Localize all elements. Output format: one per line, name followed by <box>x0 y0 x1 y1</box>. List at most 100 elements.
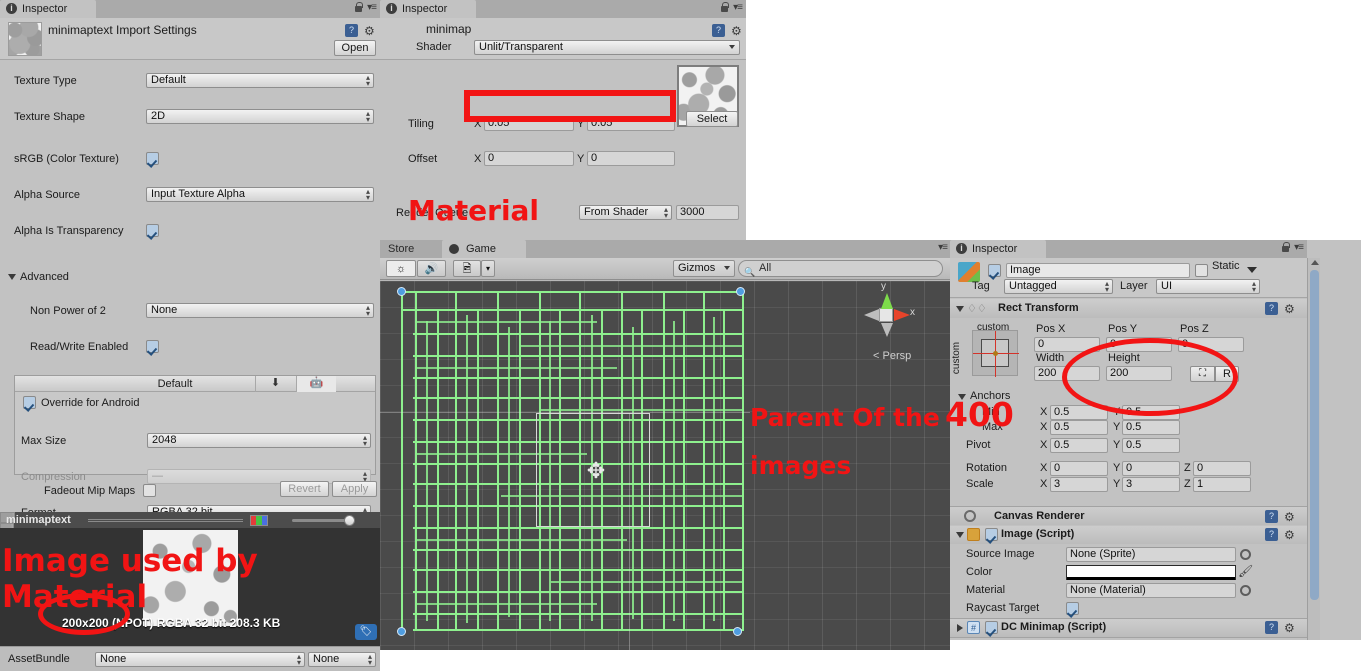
material-picker-icon[interactable] <box>1240 585 1251 596</box>
apply-button[interactable]: Apply <box>332 481 377 497</box>
eyedropper-icon[interactable]: 🖌 <box>1238 564 1253 578</box>
assetbundle-name-popup[interactable]: None ▴▾ <box>95 652 305 667</box>
shader-popup[interactable]: Unlit/Transparent <box>474 40 740 55</box>
stats-dropdown-button[interactable]: ▾ <box>481 260 495 277</box>
scene-lock-icon[interactable] <box>926 285 935 296</box>
help-icon[interactable]: ? <box>1265 528 1278 541</box>
game-viewport[interactable]: ✥ y x < Persp Parent Of the 400 images <box>380 281 950 650</box>
render-queue-value-field[interactable]: 3000 <box>676 205 739 220</box>
tab-store[interactable]: Store <box>380 240 426 258</box>
override-android-checkbox[interactable] <box>23 396 36 409</box>
static-dropdown-icon[interactable] <box>1247 267 1257 273</box>
rotation-y-field[interactable]: 0 <box>1122 461 1180 476</box>
tag-popup[interactable]: Untagged ▴▾ <box>1004 279 1113 294</box>
tab-inspector-object[interactable]: i Inspector <box>950 240 1046 258</box>
scene-view-axis-gizmo[interactable]: y x <box>856 285 916 345</box>
mip-level-slider-knob[interactable] <box>344 515 355 526</box>
gizmos-dropdown[interactable]: Gizmos <box>673 260 735 277</box>
axis-y-cone[interactable] <box>881 293 893 309</box>
lock-icon[interactable] <box>720 2 729 13</box>
source-image-picker-icon[interactable] <box>1240 549 1251 560</box>
help-icon[interactable]: ? <box>1265 302 1278 315</box>
help-icon[interactable]: ? <box>1265 510 1278 523</box>
render-queue-mode-popup[interactable]: From Shader ▴▾ <box>579 205 672 220</box>
axis-center-box[interactable] <box>879 308 893 322</box>
gameobject-name-field[interactable]: Image <box>1006 263 1190 278</box>
gear-icon[interactable]: ⚙ <box>1284 303 1295 315</box>
axis-y-negative-cone[interactable] <box>881 323 893 337</box>
light-toggle-button[interactable]: ☼ <box>386 260 416 277</box>
gear-icon[interactable]: ⚙ <box>1284 511 1295 523</box>
advanced-foldout[interactable]: Advanced <box>0 268 380 286</box>
menu-icon[interactable]: ▾≡ <box>938 242 947 253</box>
rgb-channel-icon[interactable] <box>250 515 268 526</box>
tab-inspector-material[interactable]: i Inspector <box>380 0 476 18</box>
material-field[interactable]: None (Material) <box>1066 583 1236 598</box>
help-icon[interactable]: ? <box>345 24 358 37</box>
platform-android-icon[interactable]: 🤖 <box>296 376 336 392</box>
gizmos-search-field[interactable]: 🔍 All <box>738 260 943 277</box>
alpha-transparency-checkbox[interactable] <box>146 224 159 237</box>
axis-x-negative-cone[interactable] <box>864 309 879 321</box>
npot-popup[interactable]: None ▴▾ <box>146 303 374 318</box>
assetbundle-variant-popup[interactable]: None ▴▾ <box>308 652 376 667</box>
readwrite-checkbox[interactable] <box>146 340 159 353</box>
gameobject-active-checkbox[interactable] <box>988 264 1001 277</box>
help-icon[interactable]: ? <box>1265 621 1278 634</box>
pivot-move-gizmo[interactable]: ✥ <box>583 458 609 484</box>
menu-icon[interactable]: ▾≡ <box>733 2 742 13</box>
inspector-scrollbar[interactable] <box>1307 258 1320 640</box>
lock-icon[interactable] <box>354 2 363 13</box>
scale-z-field[interactable]: 1 <box>1193 477 1251 492</box>
layer-popup[interactable]: UI ▴▾ <box>1156 279 1260 294</box>
mip-level-slider-track[interactable] <box>292 519 352 522</box>
triangle-right-icon[interactable] <box>957 624 963 632</box>
selection-handle-bottom-right[interactable] <box>733 627 742 636</box>
rect-transform-header[interactable]: ♢♢ Rect Transform ? ⚙ <box>950 299 1307 318</box>
texture-shape-popup[interactable]: 2D ▴▾ <box>146 109 374 124</box>
gear-icon[interactable]: ⚙ <box>731 25 742 37</box>
stats-image-button[interactable]: 🖻 <box>453 260 481 277</box>
raycast-target-checkbox[interactable] <box>1066 602 1079 615</box>
pivot-x-field[interactable]: 0.5 <box>1050 438 1108 453</box>
menu-icon[interactable]: ▾≡ <box>367 2 376 13</box>
platform-standalone-icon[interactable]: ⬇ <box>255 376 295 392</box>
offset-x-field[interactable]: 0 <box>484 151 574 166</box>
canvas-renderer-component[interactable]: Canvas Renderer ? ⚙ <box>950 506 1307 525</box>
srgb-checkbox[interactable] <box>146 152 159 165</box>
scale-x-field[interactable]: 3 <box>1050 477 1108 492</box>
selection-handle-top-left[interactable] <box>397 287 406 296</box>
gear-icon[interactable]: ⚙ <box>1284 529 1295 541</box>
image-enabled-checkbox[interactable] <box>985 528 998 541</box>
triangle-down-icon[interactable] <box>956 532 964 538</box>
help-icon[interactable]: ? <box>712 24 725 37</box>
max-size-popup[interactable]: 2048 ▴▾ <box>147 433 371 448</box>
axis-x-cone[interactable] <box>894 309 910 321</box>
source-image-field[interactable]: None (Sprite) <box>1066 547 1236 562</box>
tab-game[interactable]: Game <box>442 240 526 258</box>
tab-inspector-texture[interactable]: i Inspector <box>0 0 96 18</box>
texture-type-popup[interactable]: Default ▴▾ <box>146 73 374 88</box>
rotation-x-field[interactable]: 0 <box>1050 461 1108 476</box>
dc-minimap-enabled-checkbox[interactable] <box>985 621 998 634</box>
inspector-scroll-thumb[interactable] <box>1310 270 1319 600</box>
open-button[interactable]: Open <box>334 40 376 56</box>
audio-toggle-button[interactable]: 🔊 <box>417 260 446 277</box>
anchor-max-x-field[interactable]: 0.5 <box>1050 420 1108 435</box>
rotation-z-field[interactable]: 0 <box>1193 461 1251 476</box>
dc-minimap-script-component[interactable]: # DC Minimap (Script) ? ⚙ <box>950 618 1307 637</box>
scroll-up-arrow-icon[interactable] <box>1311 260 1319 265</box>
perspective-label[interactable]: < Persp <box>873 350 911 362</box>
lock-icon[interactable] <box>1281 242 1290 253</box>
triangle-down-icon[interactable] <box>956 306 964 312</box>
selection-handle-top-right[interactable] <box>736 287 745 296</box>
pivot-y-field[interactable]: 0.5 <box>1122 438 1180 453</box>
selection-handle-bottom-left[interactable] <box>397 627 406 636</box>
gear-icon[interactable]: ⚙ <box>1284 622 1295 634</box>
offset-y-field[interactable]: 0 <box>587 151 675 166</box>
scale-y-field[interactable]: 3 <box>1122 477 1180 492</box>
static-checkbox[interactable] <box>1195 264 1208 277</box>
asset-label-icon[interactable]: 🏷 <box>355 624 377 640</box>
menu-icon[interactable]: ▾≡ <box>1294 242 1303 253</box>
image-script-header[interactable]: Image (Script) ? ⚙ <box>950 526 1307 544</box>
